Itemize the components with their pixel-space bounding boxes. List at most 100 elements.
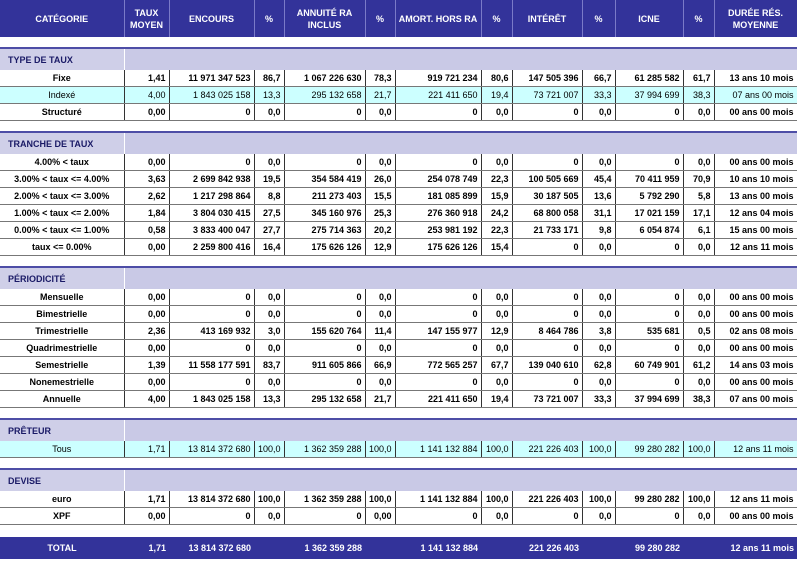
spacer-row bbox=[0, 120, 797, 132]
cell-taux-moyen: 2,62 bbox=[124, 187, 170, 205]
header-taux-moyen: TAUX MOYEN bbox=[124, 0, 170, 37]
cell-encours-pct: 0,0 bbox=[254, 507, 285, 525]
section-title: PRÊTEUR bbox=[0, 418, 125, 441]
cell-encours-pct: 83,7 bbox=[254, 356, 285, 374]
cell-taux-moyen: 4,00 bbox=[124, 390, 170, 408]
header-interet-pct: % bbox=[582, 0, 616, 37]
table-row: 4.00% < taux 0,00 0 0,0 0 0,0 0 0,0 0 0,0 0 0,0 00 a… bbox=[0, 154, 797, 171]
cell-annuite-pct: 12,9 bbox=[365, 238, 396, 256]
section-header: TYPE DE TAUX bbox=[0, 47, 797, 70]
cell-interet-pct: 33,3 bbox=[582, 390, 616, 408]
section-header: PÉRIODICITÉ bbox=[0, 266, 797, 289]
total-taux-moyen: 1,71 bbox=[124, 535, 169, 559]
cell-icne-pct: 61,7 bbox=[683, 70, 715, 87]
cell-duree: 12 ans 11 mois bbox=[714, 491, 797, 508]
cell-categorie: Bimestrielle bbox=[0, 305, 125, 323]
cell-interet: 221 226 403 bbox=[512, 441, 583, 458]
cell-amort: 221 411 650 bbox=[395, 86, 482, 104]
cell-icne: 0 bbox=[615, 339, 684, 357]
cell-icne-pct: 38,3 bbox=[683, 86, 715, 104]
total-interet-pct bbox=[582, 535, 615, 559]
cell-duree: 12 ans 11 mois bbox=[714, 238, 797, 256]
cell-duree: 00 ans 00 mois bbox=[714, 339, 797, 357]
total-amort-pct bbox=[481, 535, 512, 559]
header-interet: INTÉRÊT bbox=[512, 0, 583, 37]
cell-taux-moyen: 1,39 bbox=[124, 356, 170, 374]
cell-icne-pct: 0,0 bbox=[683, 305, 715, 323]
spacer-row bbox=[0, 255, 797, 267]
cell-categorie: Mensuelle bbox=[0, 289, 125, 306]
cell-interet: 100 505 669 bbox=[512, 170, 583, 188]
cell-interet-pct: 0,0 bbox=[582, 339, 616, 357]
cell-duree: 07 ans 00 mois bbox=[714, 390, 797, 408]
cell-amort: 253 981 192 bbox=[395, 221, 482, 239]
cell-annuite: 1 067 226 630 bbox=[284, 70, 366, 87]
cell-taux-moyen: 3,63 bbox=[124, 170, 170, 188]
cell-taux-moyen: 4,00 bbox=[124, 86, 170, 104]
cell-amort-pct: 19,4 bbox=[481, 86, 513, 104]
cell-duree: 10 ans 10 mois bbox=[714, 170, 797, 188]
cell-duree: 12 ans 04 mois bbox=[714, 204, 797, 222]
cell-interet: 0 bbox=[512, 373, 583, 391]
cell-interet-pct: 62,8 bbox=[582, 356, 616, 374]
cell-interet-pct: 3,8 bbox=[582, 322, 616, 340]
header-icne-pct: % bbox=[683, 0, 715, 37]
cell-taux-moyen: 0,00 bbox=[124, 373, 170, 391]
cell-categorie: euro bbox=[0, 491, 125, 508]
cell-categorie: Tous bbox=[0, 441, 125, 458]
cell-encours: 1 843 025 158 bbox=[169, 86, 255, 104]
cell-amort: 276 360 918 bbox=[395, 204, 482, 222]
cell-taux-moyen: 0,58 bbox=[124, 221, 170, 239]
cell-icne-pct: 0,0 bbox=[683, 339, 715, 357]
cell-encours-pct: 0,0 bbox=[254, 103, 285, 121]
summary-table: CATÉGORIE TAUX MOYEN ENCOURS% ANNUITÉ RA IN… bbox=[0, 0, 797, 559]
cell-taux-moyen: 1,84 bbox=[124, 204, 170, 222]
cell-amort-pct: 100,0 bbox=[481, 441, 513, 458]
cell-amort-pct: 12,9 bbox=[481, 322, 513, 340]
cell-encours-pct: 100,0 bbox=[254, 491, 285, 508]
cell-amort-pct: 100,0 bbox=[481, 491, 513, 508]
cell-annuite-pct: 0,0 bbox=[365, 289, 396, 306]
total-duree: 12 ans 11 mois bbox=[714, 535, 797, 559]
spacer-cell bbox=[0, 255, 797, 267]
cell-interet-pct: 66,7 bbox=[582, 70, 616, 87]
section-title: TYPE DE TAUX bbox=[0, 47, 125, 70]
cell-duree: 00 ans 00 mois bbox=[714, 305, 797, 323]
cell-encours-pct: 13,3 bbox=[254, 390, 285, 408]
cell-interet-pct: 0,0 bbox=[582, 289, 616, 306]
spacer-row bbox=[0, 457, 797, 469]
cell-encours: 0 bbox=[169, 289, 255, 306]
cell-icne-pct: 100,0 bbox=[683, 491, 715, 508]
table-row: Annuelle 4,00 1 843 025 158 13,3 295 132 658… bbox=[0, 390, 797, 408]
cell-encours-pct: 16,4 bbox=[254, 238, 285, 256]
cell-annuite: 0 bbox=[284, 154, 366, 171]
total-categorie: TOTAL bbox=[0, 535, 124, 559]
cell-icne: 0 bbox=[615, 373, 684, 391]
cell-annuite: 0 bbox=[284, 339, 366, 357]
cell-encours-pct: 0,0 bbox=[254, 305, 285, 323]
cell-taux-moyen: 1,71 bbox=[124, 441, 170, 458]
cell-amort: 254 078 749 bbox=[395, 170, 482, 188]
cell-encours: 413 169 932 bbox=[169, 322, 255, 340]
cell-amort: 0 bbox=[395, 373, 482, 391]
cell-annuite: 0 bbox=[284, 103, 366, 121]
cell-amort: 147 155 977 bbox=[395, 322, 482, 340]
cell-icne-pct: 61,2 bbox=[683, 356, 715, 374]
section-title: PÉRIODICITÉ bbox=[0, 266, 125, 289]
table-row: Indexé 4,00 1 843 025 158 13,3 295 132 658 21… bbox=[0, 86, 797, 104]
cell-encours: 0 bbox=[169, 305, 255, 323]
cell-amort-pct: 19,4 bbox=[481, 390, 513, 408]
cell-annuite-pct: 20,2 bbox=[365, 221, 396, 239]
cell-duree: 12 ans 11 mois bbox=[714, 441, 797, 458]
total-encours: 13 814 372 680 bbox=[169, 535, 254, 559]
cell-amort: 181 085 899 bbox=[395, 187, 482, 205]
cell-interet: 0 bbox=[512, 154, 583, 171]
cell-amort: 0 bbox=[395, 154, 482, 171]
spacer-row bbox=[0, 524, 797, 536]
cell-icne: 535 681 bbox=[615, 322, 684, 340]
cell-icne: 37 994 699 bbox=[615, 86, 684, 104]
cell-annuite-pct: 15,5 bbox=[365, 187, 396, 205]
cell-annuite-pct: 100,0 bbox=[365, 491, 396, 508]
cell-amort: 0 bbox=[395, 507, 482, 525]
cell-duree: 13 ans 00 mois bbox=[714, 187, 797, 205]
